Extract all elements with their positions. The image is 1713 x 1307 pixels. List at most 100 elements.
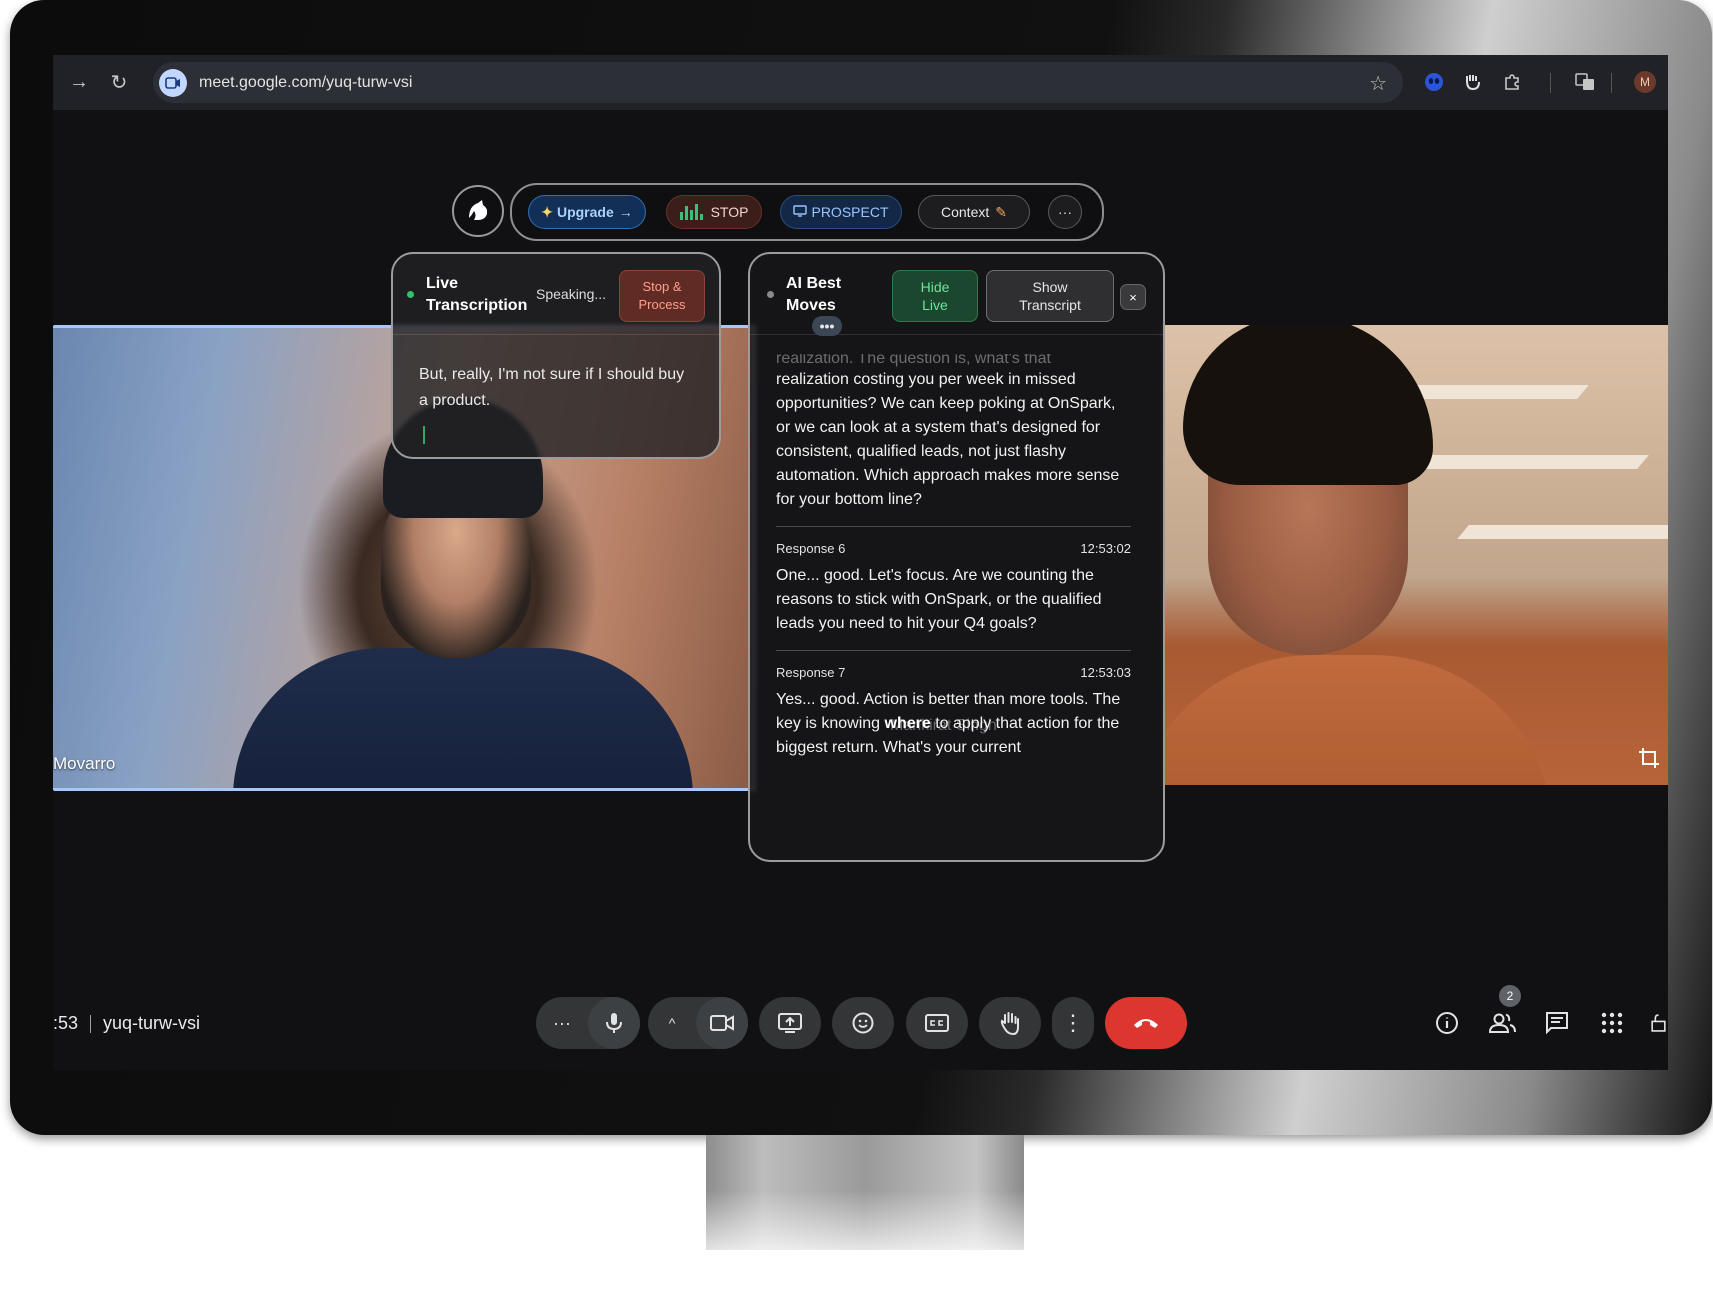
bookmark-star-icon[interactable]: ☆ — [1369, 71, 1387, 96]
monitor-icon — [793, 204, 808, 220]
ai-panel-header: AI Best Moves Hide Live Show Transcript … — [750, 254, 1163, 336]
present-button[interactable] — [759, 997, 821, 1049]
response-text: One... good. Let's focus. Are we countin… — [776, 567, 1102, 632]
speaking-status: Speaking... — [536, 286, 607, 302]
more-vert-icon: ⋮ — [1062, 1010, 1084, 1035]
info-icon[interactable] — [1431, 1007, 1463, 1039]
camera-button[interactable] — [696, 997, 748, 1049]
forward-icon[interactable]: → — [59, 63, 99, 103]
ai-title-line2: Moves — [786, 297, 836, 314]
show-transcript-line1: Show — [1032, 279, 1068, 295]
address-bar[interactable]: meet.google.com/yuq-turw-vsi ☆ — [153, 62, 1403, 103]
reload-icon[interactable]: ↻ — [99, 63, 139, 103]
participant-tile-right — [1163, 325, 1668, 785]
hide-live-button[interactable]: Hide Live — [892, 270, 978, 322]
sparkle-icon: ✦ — [541, 203, 553, 220]
response-header: Response 7 12:53:03 — [776, 665, 1131, 680]
browser-toolbar: → ↻ meet.google.com/yuq-turw-vsi ☆ M — [53, 55, 1668, 110]
profile-initial: M — [1634, 71, 1656, 93]
live-transcript-text: But, really, I'm not sure if I should bu… — [419, 366, 685, 409]
participant-right-hair — [1183, 325, 1433, 485]
prospect-button[interactable]: PROSPECT — [780, 195, 902, 229]
hide-live-line2: Live — [922, 297, 948, 313]
response-divider — [776, 650, 1131, 651]
upgrade-label: Upgrade — [556, 204, 614, 220]
participant-right-body — [1163, 655, 1553, 785]
prospect-label: PROSPECT — [811, 204, 889, 220]
chevron-up-icon[interactable]: ^ — [648, 1015, 696, 1031]
participant-name-right: Mankirat Singh — [890, 717, 997, 734]
crop-icon[interactable] — [1638, 747, 1662, 771]
live-transcription-panel: Live Transcription Speaking... Stop & Pr… — [391, 252, 721, 459]
participant-name-left: Movarro — [53, 754, 116, 773]
stop-and-process-button[interactable]: Stop & Process — [619, 270, 705, 322]
captions-icon — [925, 1014, 949, 1032]
ai-best-moves-panel: AI Best Moves Hide Live Show Transcript … — [748, 252, 1165, 862]
ceiling-beam — [1457, 525, 1668, 539]
response-header: Response 6 12:53:02 — [776, 541, 1131, 556]
stop-button[interactable]: STOP — [666, 195, 762, 229]
ai-status-dot — [767, 291, 774, 298]
more-options-meet-button[interactable]: ⋮ — [1052, 997, 1094, 1049]
live-title-line2: Transcription — [426, 297, 528, 314]
response-label: Response 6 — [776, 541, 846, 556]
screen: → ↻ meet.google.com/yuq-turw-vsi ☆ M Mov… — [53, 55, 1668, 1070]
meeting-code: yuq-turw-vsi — [103, 1013, 201, 1033]
captions-button[interactable] — [906, 997, 968, 1049]
end-call-button[interactable] — [1105, 997, 1187, 1049]
participant-count-badge: 2 — [1499, 985, 1521, 1007]
toolbar-separator — [1550, 73, 1551, 93]
translate-icon[interactable] — [1571, 68, 1599, 96]
response-time: 12:53:03 — [1080, 665, 1131, 680]
response-item: Response 7 12:53:03 Yes... good. Action … — [776, 665, 1131, 760]
emoji-button[interactable] — [832, 997, 894, 1049]
mic-button[interactable] — [588, 997, 640, 1049]
apps-grid-icon[interactable] — [1596, 1007, 1628, 1039]
close-panel-button[interactable]: × — [1120, 284, 1146, 310]
previous-response-text: realization costing you per week in miss… — [776, 371, 1120, 508]
stop-label: STOP — [710, 204, 749, 220]
camera-icon — [710, 1015, 734, 1031]
phone-icon — [1134, 1019, 1158, 1028]
profile-avatar[interactable]: M — [1631, 68, 1659, 96]
assistant-logo-icon[interactable] — [452, 185, 504, 237]
faded-previous-line: realization. The question is, what's tha… — [776, 354, 1051, 367]
transcript-caret — [423, 426, 425, 444]
stand-reflection — [690, 1190, 1040, 1270]
fingers-extension-icon[interactable] — [1459, 68, 1487, 96]
pencil-icon: ✎ — [995, 203, 1007, 220]
context-label: Context — [941, 204, 990, 220]
url-text[interactable]: meet.google.com/yuq-turw-vsi — [199, 74, 412, 92]
show-transcript-button[interactable]: Show Transcript — [986, 270, 1114, 322]
raise-hand-button[interactable] — [979, 997, 1041, 1049]
puzzle-extension-icon[interactable] — [1498, 68, 1526, 96]
audio-bars-icon — [679, 204, 703, 220]
ai-panel-title: AI Best Moves — [786, 273, 841, 317]
stop-process-line1: Stop & — [642, 279, 682, 294]
chat-icon[interactable] — [1541, 1007, 1573, 1039]
hand-icon — [1000, 1012, 1019, 1035]
participant-left-body — [233, 648, 693, 788]
live-status-dot — [407, 291, 414, 298]
people-icon[interactable] — [1486, 1007, 1518, 1039]
more-options-button[interactable]: ··· — [1048, 195, 1082, 229]
mic-icon — [606, 1013, 622, 1033]
activities-icon[interactable] — [1649, 1007, 1668, 1039]
context-button[interactable]: Context ✎ — [918, 195, 1030, 229]
response-divider — [776, 526, 1131, 527]
mic-control-group: ··· — [536, 997, 640, 1049]
alien-extension-icon[interactable] — [1420, 68, 1448, 96]
ai-title-line1: AI Best — [786, 275, 842, 292]
live-panel-title: Live Transcription — [426, 273, 527, 317]
response-item: Response 6 12:53:02 One... good. Let's f… — [776, 541, 1131, 636]
toolbar-separator — [1611, 73, 1612, 93]
response-label: Response 7 — [776, 665, 846, 680]
ceiling-beam — [1417, 455, 1649, 469]
meeting-time: :53 — [53, 1013, 79, 1033]
typing-ellipsis: ••• — [812, 316, 842, 336]
live-panel-header: Live Transcription Speaking... Stop & Pr… — [393, 254, 719, 335]
audio-options-icon[interactable]: ··· — [536, 1013, 588, 1034]
stop-process-line2: Process — [638, 297, 686, 312]
more-options-icon: ··· — [1058, 204, 1072, 220]
upgrade-button[interactable]: ✦ Upgrade → — [528, 195, 646, 229]
